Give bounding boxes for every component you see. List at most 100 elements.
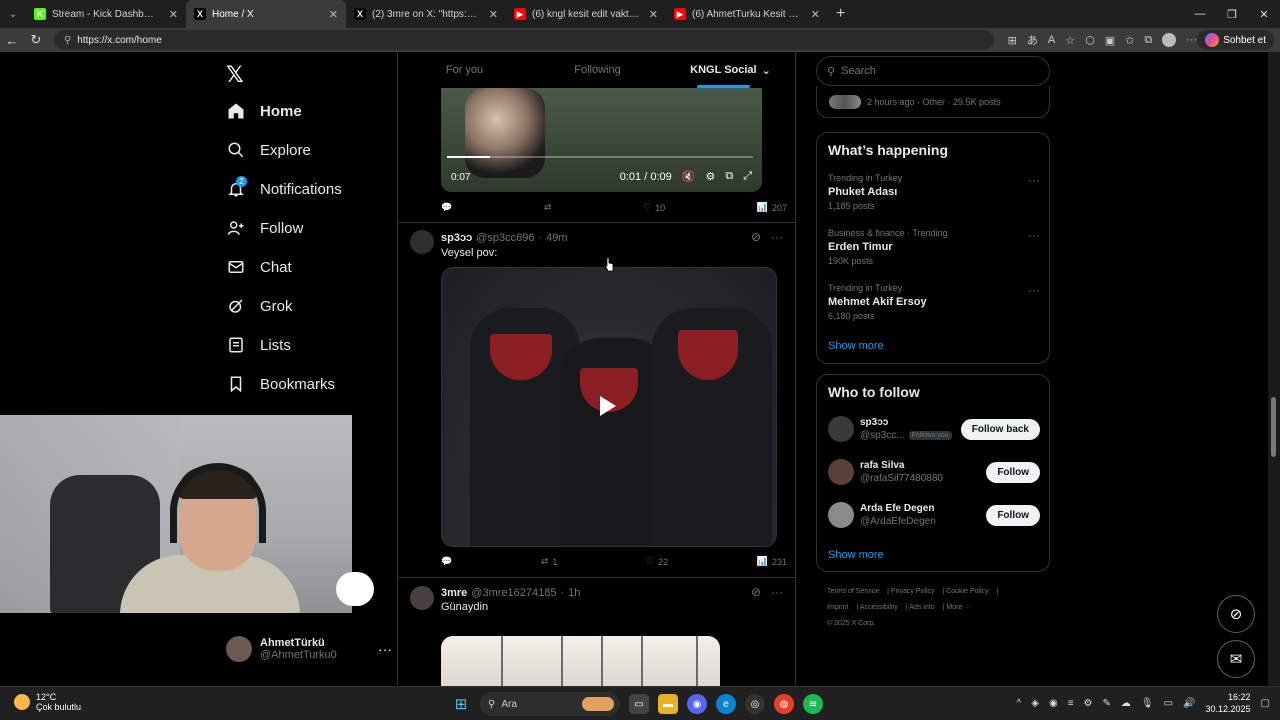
account-switcher[interactable]: AhmetTürkü @AhmetTurku0 ··· <box>226 636 392 662</box>
favorites-icon[interactable]: ✩ <box>1125 34 1134 47</box>
footer-link[interactable]: Terms of Service <box>827 588 879 595</box>
url-field[interactable]: ⚲ https://x.com/home <box>53 30 994 50</box>
mute-icon[interactable]: 🔇 <box>682 170 696 183</box>
tab-kngl-social[interactable]: KNGL Social ⌄ <box>664 52 795 88</box>
split-screen-icon[interactable]: ▣ <box>1105 34 1115 47</box>
footer-link[interactable]: Privacy Policy <box>891 588 935 595</box>
repost-button[interactable]: ⇄ <box>544 202 552 213</box>
scrollbar-thumb[interactable] <box>1271 397 1276 457</box>
footer-link[interactable]: Imprint <box>827 604 848 611</box>
discord-icon[interactable]: ◉ <box>687 694 707 714</box>
post-avatar[interactable] <box>410 230 434 254</box>
nav-grok[interactable]: Grok <box>226 292 293 320</box>
more-icon[interactable]: ··· <box>771 585 783 599</box>
browser-tab[interactable]: ▶ (6) AhmetTurku Kesit - YouTube ✕ <box>666 0 828 28</box>
more-menu-icon[interactable]: ··· <box>1186 34 1197 46</box>
collections-icon[interactable]: ⧉ <box>1144 34 1152 47</box>
post-time[interactable]: 49m <box>546 232 567 244</box>
footer-link[interactable]: More ··· <box>946 604 971 611</box>
post-author-handle[interactable]: @3mre16274185 <box>471 587 556 599</box>
views-button[interactable]: 📊 207 <box>757 202 787 213</box>
video-progress-bar[interactable] <box>447 156 753 158</box>
extensions-icon[interactable]: ⬡ <box>1085 34 1095 47</box>
follow-button[interactable]: Follow <box>986 504 1040 526</box>
task-view-icon[interactable]: ▭ <box>629 694 649 714</box>
post-image[interactable] <box>441 636 720 686</box>
new-tab-button[interactable]: + <box>836 5 845 23</box>
browser-tab[interactable]: K Stream - Kick Dashboard ✕ <box>26 0 186 28</box>
more-icon[interactable]: ··· <box>1028 283 1040 297</box>
start-icon[interactable]: ⊞ <box>451 694 471 714</box>
x-logo-icon[interactable]: 𝕏 <box>226 62 244 88</box>
chrome-icon[interactable]: ◍ <box>774 694 794 714</box>
taskbar-clock[interactable]: 16:22 30.12.2025 <box>1206 691 1251 715</box>
nav-explore[interactable]: Explore <box>226 136 311 164</box>
tray-overflow-icon[interactable]: ^ <box>1017 698 1022 709</box>
post-author-name[interactable]: sp3ɔɔ <box>441 232 472 244</box>
tab-close-icon[interactable]: ✕ <box>169 8 178 21</box>
more-icon[interactable]: ··· <box>378 641 392 657</box>
post-button-partial[interactable] <box>336 572 374 606</box>
follow-button[interactable]: Follow <box>986 461 1040 483</box>
post-time[interactable]: 1h <box>568 587 580 599</box>
spotify-icon[interactable]: ≋ <box>803 694 823 714</box>
video-player[interactable]: 0:07 0:01 / 0:09 🔇 ⚙ ⧉ ⤢ <box>441 88 762 192</box>
browser-tab[interactable]: ▶ (6) kngl kesit edit vakti 1 - YouTube ✕ <box>506 0 666 28</box>
follow-back-button[interactable]: Follow back <box>960 418 1040 440</box>
tab-close-icon[interactable]: ✕ <box>329 8 338 21</box>
nav-bookmarks[interactable]: Bookmarks <box>226 370 335 398</box>
footer-link[interactable]: Ads info <box>909 604 934 611</box>
post-author-handle[interactable]: @sp3cc696 <box>476 232 534 244</box>
tab-for-you[interactable]: For you <box>398 52 531 88</box>
views-button[interactable]: 📊 231 <box>757 556 787 567</box>
tab-list-dropdown-icon[interactable]: ⌄ <box>0 0 26 28</box>
tab-following[interactable]: Following <box>531 52 664 88</box>
pip-icon[interactable]: ⧉ <box>725 170 733 183</box>
like-button[interactable]: ♡ 10 <box>643 202 665 213</box>
follow-suggestion[interactable]: sp3ɔɔ @sp3cc... Follows you Follow back <box>828 415 1040 443</box>
trend-item[interactable]: Trending in Turkey Phuket Adası 1,185 po… <box>828 173 1040 211</box>
nav-notifications[interactable]: 2 Notifications <box>226 175 342 203</box>
tray-app-icon[interactable]: ≡ <box>1068 698 1074 709</box>
trend-item[interactable]: Business & finance · Trending Erden Timu… <box>828 228 1040 266</box>
follow-suggestion[interactable]: rafa Silva @rafaSil77480880 Follow <box>828 458 1040 486</box>
app-install-icon[interactable]: ⊞ <box>1008 34 1017 47</box>
site-info-icon[interactable]: ⚲ <box>64 35 71 46</box>
repost-button[interactable]: ⇄ 1 <box>541 556 558 567</box>
search-input[interactable] <box>841 65 1032 77</box>
trend-card-partial[interactable]: 2 hours ago · Other · 29.5K posts <box>816 86 1050 118</box>
browser-tab[interactable]: X (2) 3mre on X: "https://t.co/63FSsl... ✕ <box>346 0 506 28</box>
tray-app-icon[interactable]: ◉ <box>1049 698 1058 709</box>
fullscreen-icon[interactable]: ⤢ <box>743 170 752 183</box>
like-button[interactable]: ♡ 22 <box>646 556 668 567</box>
nav-lists[interactable]: Lists <box>226 331 291 359</box>
trend-item[interactable]: Trending in Turkey Mehmet Akif Ersoy 6,1… <box>828 283 1040 321</box>
footer-link[interactable]: Cookie Policy <box>946 588 988 595</box>
tab-close-icon[interactable]: ✕ <box>489 8 498 21</box>
more-icon[interactable]: ··· <box>1028 228 1040 242</box>
more-icon[interactable]: ··· <box>771 230 783 244</box>
video-thumbnail[interactable] <box>441 267 777 547</box>
tab-close-icon[interactable]: ✕ <box>811 8 820 21</box>
restore-icon[interactable]: ❐ <box>1216 0 1248 28</box>
steam-icon[interactable]: ⚙ <box>1084 698 1093 709</box>
more-icon[interactable]: ··· <box>1028 173 1040 187</box>
nav-home[interactable]: Home <box>226 97 302 125</box>
file-explorer-icon[interactable]: ▬ <box>658 694 678 714</box>
translate-icon[interactable]: あ <box>1027 32 1038 48</box>
obs-icon[interactable]: ◎ <box>745 694 765 714</box>
footer-link[interactable]: Accessibility <box>860 604 898 611</box>
tray-app-icon[interactable]: ☁ <box>1121 698 1131 709</box>
reply-button[interactable]: 💬 <box>441 202 452 213</box>
volume-icon[interactable]: 🔊 <box>1183 698 1195 709</box>
back-icon[interactable]: ← <box>0 28 24 52</box>
close-window-icon[interactable]: ✕ <box>1248 0 1280 28</box>
reply-button[interactable]: 💬 <box>441 556 452 567</box>
browser-tab[interactable]: X Home / X ✕ <box>186 0 346 28</box>
page-scrollbar[interactable] <box>1268 52 1280 686</box>
grok-fab[interactable]: ⊘ <box>1217 595 1255 633</box>
follow-suggestion[interactable]: Arda Efe Degen @ArdaEfeDegen Follow <box>828 501 1040 529</box>
show-more-link[interactable]: Show more <box>828 549 884 561</box>
show-more-link[interactable]: Show more <box>828 340 884 352</box>
microphone-icon[interactable]: 🎙 <box>1141 698 1154 709</box>
